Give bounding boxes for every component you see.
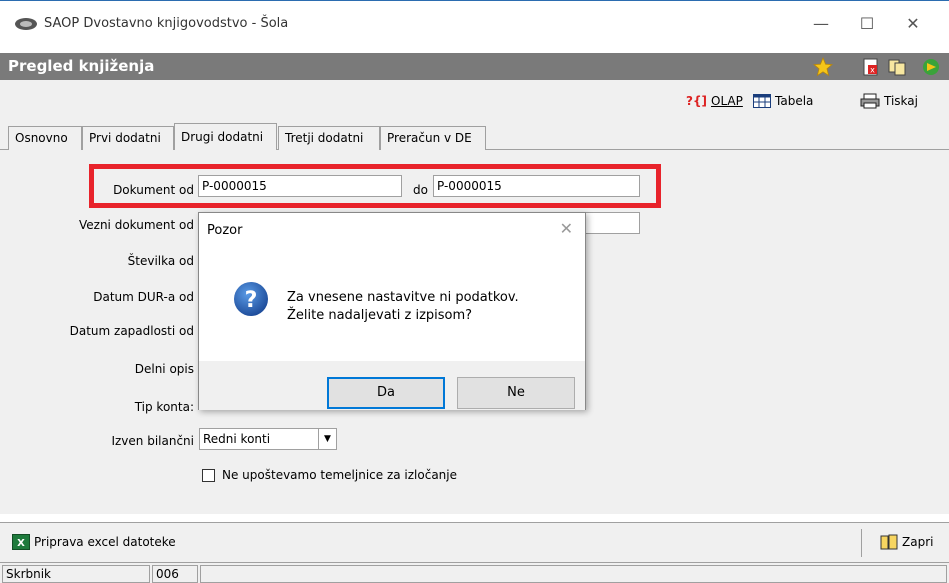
maximize-button[interactable]: ☐ <box>852 13 882 35</box>
tip-konta-label: Tip konta: <box>134 400 194 414</box>
tiskaj-label: Tiskaj <box>884 94 918 108</box>
dialog-title: Pozor <box>207 223 243 238</box>
tabela-label: Tabela <box>775 94 814 108</box>
close-button[interactable]: ✕ <box>898 13 928 35</box>
svg-text:X: X <box>17 538 25 549</box>
izven-bilancni-value: Redni konti <box>203 432 271 446</box>
dialog-message-line1: Za vnesene nastavitve ni podatkov. <box>287 290 519 305</box>
tab-strip: Osnovno Prvi dodatni Drugi dodatni Tretj… <box>0 120 949 151</box>
copy-icon[interactable] <box>887 57 907 77</box>
form-header: Pregled knjiženja x <box>0 53 949 80</box>
highlight-box <box>89 164 661 208</box>
olap-label: OLAP <box>711 94 743 108</box>
izven-bilancni-label: Izven bilančni <box>111 434 194 448</box>
excel-export-button[interactable]: X Priprava excel datoteke <box>12 533 176 551</box>
chevron-down-icon[interactable]: ▼ <box>318 429 336 449</box>
dialog-close-button[interactable]: ✕ <box>560 219 573 238</box>
svg-text:?: ? <box>245 288 258 313</box>
tab-tretji-dodatni[interactable]: Tretji dodatni <box>278 126 380 150</box>
status-user: Skrbnik <box>2 565 150 583</box>
vezni-dokument-do-input[interactable] <box>585 212 640 234</box>
ne-upostevamo-label: Ne upoštevamo temeljnice za izločanje <box>222 468 457 482</box>
bottom-bar: X Priprava excel datoteke Zapri <box>0 522 949 562</box>
status-message <box>200 565 947 583</box>
confirm-dialog: Pozor ✕ ? Za vnesene nastavitve ni podat… <box>198 212 586 410</box>
zapri-button[interactable]: Zapri <box>880 533 933 551</box>
status-bar: Skrbnik 006 <box>0 562 949 583</box>
delni-opis-label: Delni opis <box>134 362 194 376</box>
excel-icon: X <box>12 534 30 550</box>
tabela-button[interactable]: Tabela <box>753 92 813 110</box>
minimize-button[interactable]: — <box>806 13 836 35</box>
window-title: SAOP Dvostavno knjigovodstvo - Šola <box>44 16 289 31</box>
ne-upostevamo-checkbox[interactable] <box>202 469 215 482</box>
delete-document-icon[interactable]: x <box>861 57 881 77</box>
separator <box>861 529 862 557</box>
excel-export-label: Priprava excel datoteke <box>34 535 176 549</box>
printer-icon <box>860 93 880 109</box>
vezni-dokument-label: Vezni dokument od <box>78 218 194 232</box>
datum-zapadlosti-label: Datum zapadlosti od <box>69 324 194 338</box>
dialog-message: Za vnesene nastavitve ni podatkov. Želit… <box>287 289 519 325</box>
zapri-label: Zapri <box>902 535 934 549</box>
datum-dur-label: Datum DUR-a od <box>93 290 194 304</box>
status-code: 006 <box>152 565 198 583</box>
question-icon: ? <box>234 282 268 316</box>
no-button[interactable]: Ne <box>457 377 575 409</box>
dialog-message-line2: Želite nadaljevati z izpisom? <box>287 308 473 323</box>
tab-prvi-dodatni[interactable]: Prvi dodatni <box>82 126 174 150</box>
toolbar: ?{] OLAP Tabela Tiskaj <box>0 80 949 120</box>
app-logo-icon <box>15 18 37 30</box>
tiskaj-button[interactable]: Tiskaj <box>860 92 918 110</box>
star-icon[interactable] <box>813 57 833 77</box>
svg-text:x: x <box>870 66 875 75</box>
tab-osnovno[interactable]: Osnovno <box>8 126 82 150</box>
izven-bilancni-select[interactable]: Redni konti ▼ <box>199 428 337 450</box>
stevilka-label: Številka od <box>127 254 194 268</box>
olap-button[interactable]: ?{] OLAP <box>686 92 743 110</box>
table-icon <box>753 94 771 108</box>
olap-icon: ?{] <box>686 94 707 108</box>
window-titlebar: SAOP Dvostavno knjigovodstvo - Šola — ☐ … <box>0 0 949 46</box>
tab-preracun-v-de[interactable]: Preračun v DE <box>380 126 486 150</box>
tab-drugi-dodatni[interactable]: Drugi dodatni <box>174 123 277 151</box>
close-book-icon <box>880 534 898 550</box>
exit-icon[interactable] <box>921 57 941 77</box>
yes-button[interactable]: Da <box>327 377 445 409</box>
form-title: Pregled knjiženja <box>8 57 155 75</box>
